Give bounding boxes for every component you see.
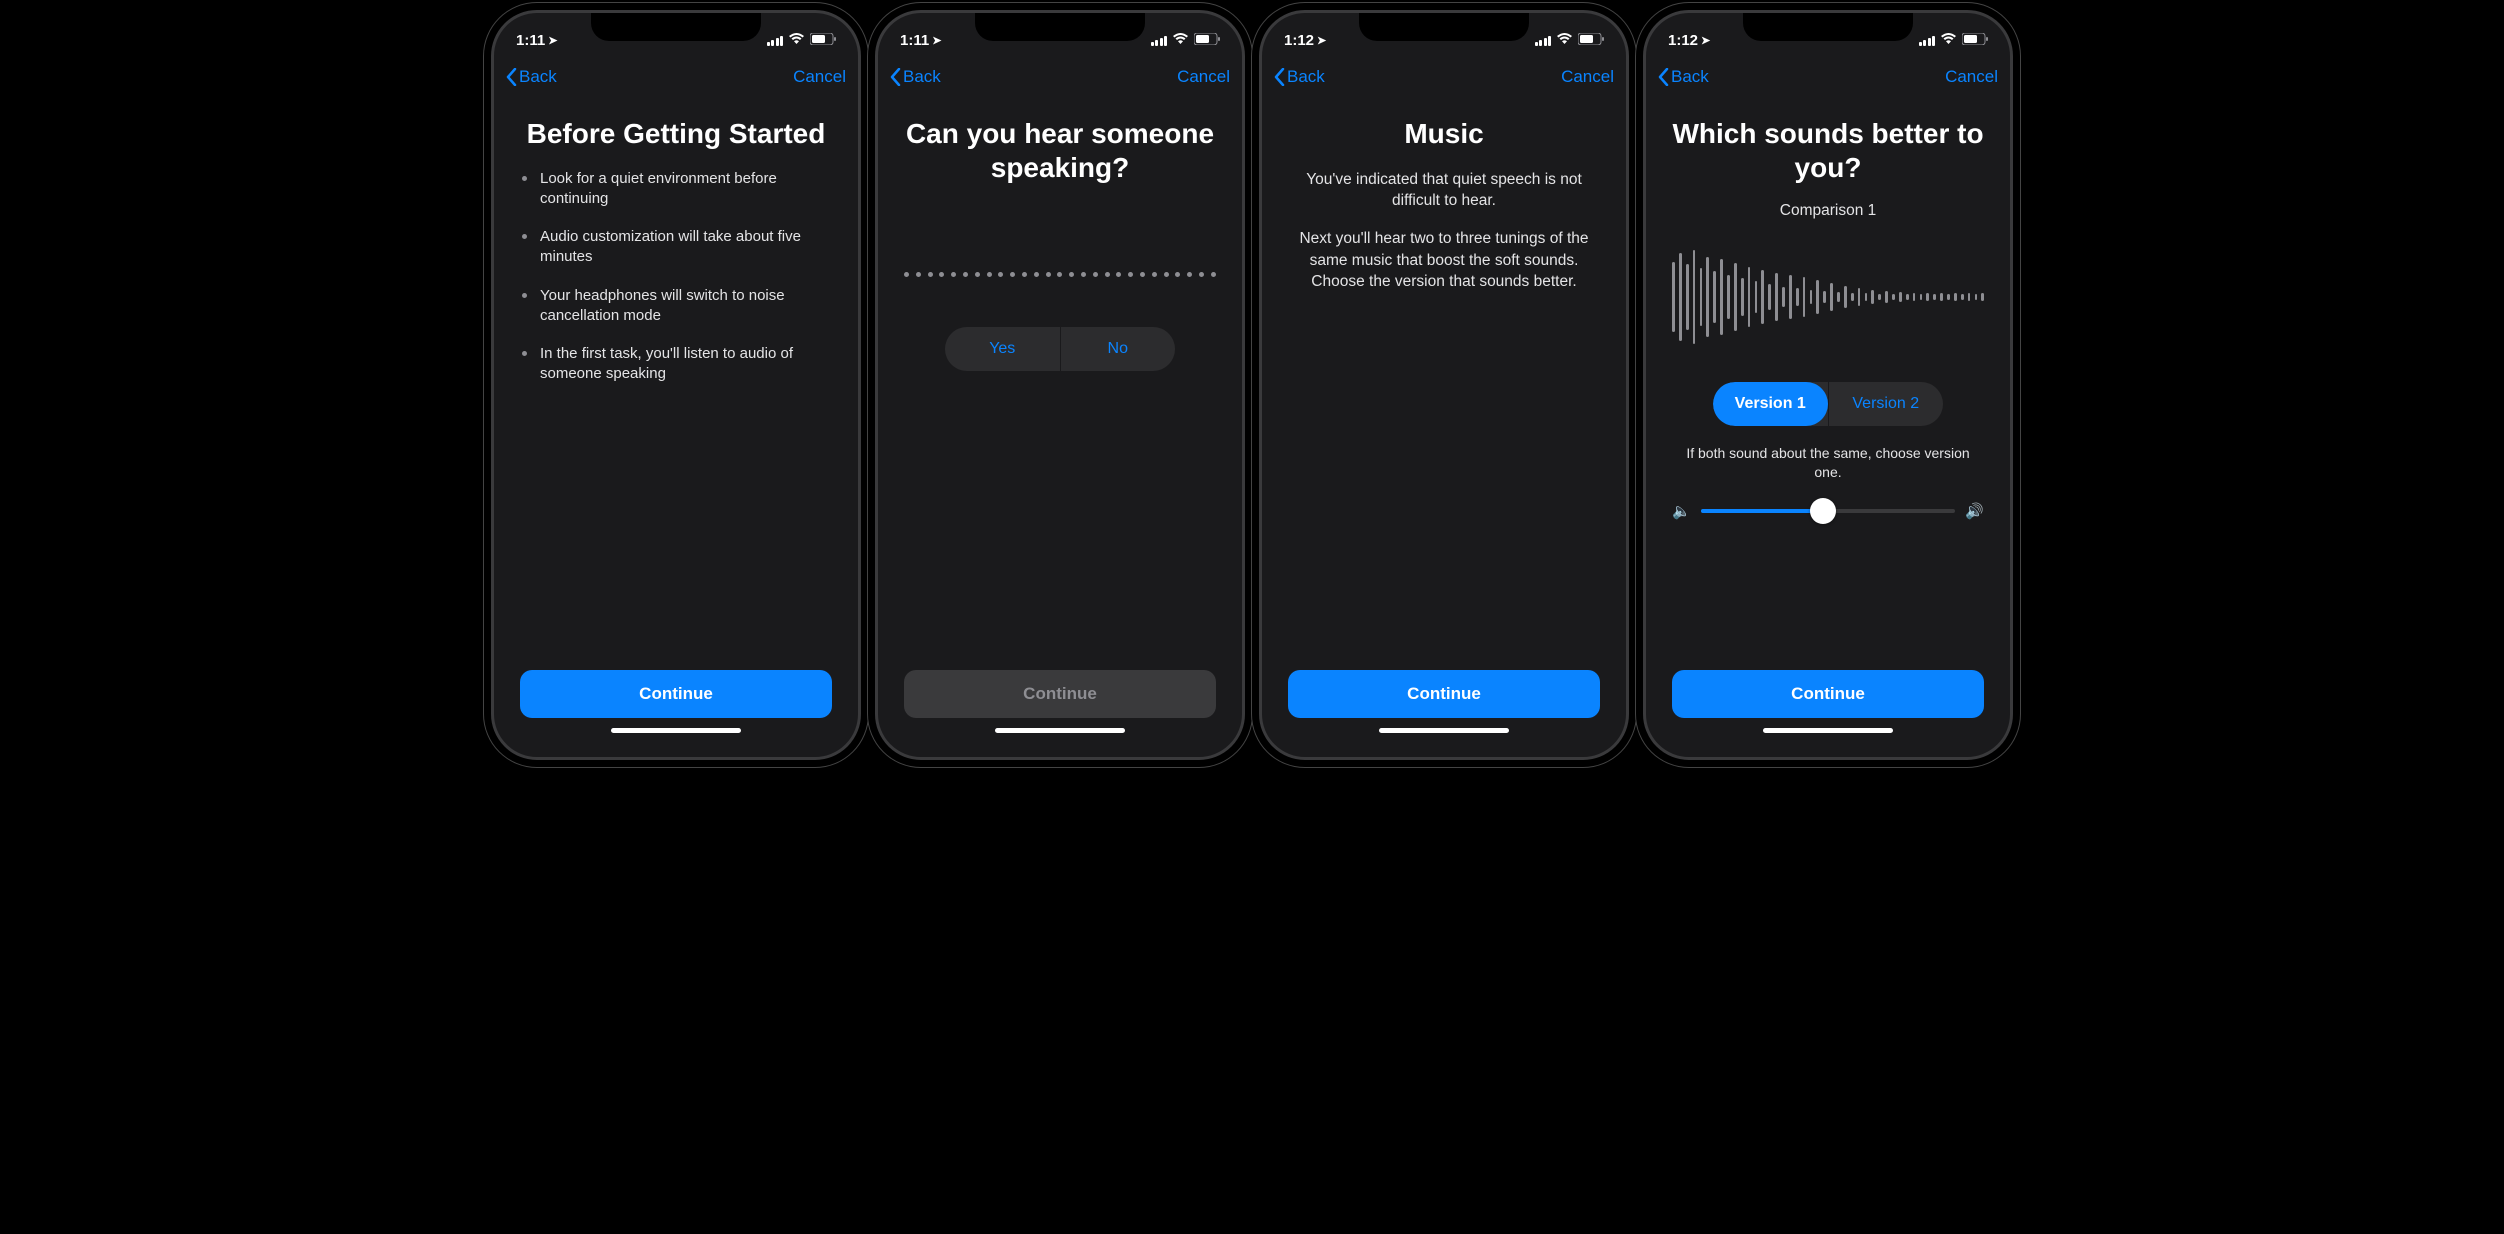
- back-button[interactable]: Back: [890, 67, 941, 87]
- notch: [1359, 13, 1529, 41]
- cancel-button[interactable]: Cancel: [1561, 67, 1614, 87]
- list-item: Look for a quiet environment before cont…: [520, 169, 832, 210]
- page-title: Can you hear someone speaking?: [904, 117, 1216, 184]
- status-time: 1:12: [1668, 32, 1698, 49]
- paragraph: Next you'll hear two to three tunings of…: [1288, 228, 1600, 293]
- back-button[interactable]: Back: [506, 67, 557, 87]
- notch: [1743, 13, 1913, 41]
- back-label: Back: [519, 67, 557, 87]
- continue-button: Continue: [904, 670, 1216, 718]
- phone-screen-1: 1:11 ➤ Back Cancel Before Getting Starte…: [491, 10, 861, 760]
- status-time: 1:11: [900, 32, 929, 49]
- slider-thumb[interactable]: [1810, 498, 1836, 524]
- battery-icon: [1962, 32, 1988, 49]
- cancel-button[interactable]: Cancel: [1177, 67, 1230, 87]
- location-icon: ➤: [1701, 34, 1710, 47]
- nav-bar: Back Cancel: [1262, 57, 1626, 97]
- bullet-list: Look for a quiet environment before cont…: [520, 169, 832, 403]
- continue-button[interactable]: Continue: [520, 670, 832, 718]
- cellular-icon: [1151, 35, 1168, 46]
- home-indicator[interactable]: [1379, 728, 1509, 733]
- page-title: Before Getting Started: [520, 117, 832, 151]
- status-time: 1:12: [1284, 32, 1314, 49]
- version-2-button[interactable]: Version 2: [1828, 382, 1944, 426]
- wifi-icon: [1556, 32, 1573, 49]
- battery-icon: [810, 32, 836, 49]
- page-title: Music: [1288, 117, 1600, 151]
- cancel-button[interactable]: Cancel: [793, 67, 846, 87]
- chevron-left-icon: [1658, 68, 1669, 86]
- back-button[interactable]: Back: [1274, 67, 1325, 87]
- back-button[interactable]: Back: [1658, 67, 1709, 87]
- paragraph: You've indicated that quiet speech is no…: [1288, 169, 1600, 212]
- body-copy: You've indicated that quiet speech is no…: [1288, 169, 1600, 309]
- back-label: Back: [903, 67, 941, 87]
- list-item: Audio customization will take about five…: [520, 227, 832, 268]
- location-icon: ➤: [548, 34, 557, 47]
- phone-screen-3: 1:12 ➤ Back Cancel Music You've indicate…: [1259, 10, 1629, 760]
- cellular-icon: [1535, 35, 1552, 46]
- audio-progress-dots: [904, 272, 1216, 277]
- home-indicator[interactable]: [1763, 728, 1893, 733]
- cancel-button[interactable]: Cancel: [1945, 67, 1998, 87]
- slider-fill: [1701, 509, 1823, 513]
- cellular-icon: [1919, 35, 1936, 46]
- comparison-label: Comparison 1: [1672, 202, 1984, 220]
- list-item: Your headphones will switch to noise can…: [520, 286, 832, 327]
- notch: [591, 13, 761, 41]
- nav-bar: Back Cancel: [878, 57, 1242, 97]
- volume-low-icon: 🔈: [1672, 502, 1691, 520]
- location-icon: ➤: [932, 34, 941, 47]
- volume-slider[interactable]: [1701, 509, 1956, 513]
- wifi-icon: [1172, 32, 1189, 49]
- battery-icon: [1194, 32, 1220, 49]
- waveform-icon: [1672, 242, 1984, 352]
- nav-bar: Back Cancel: [494, 57, 858, 97]
- notch: [975, 13, 1145, 41]
- home-indicator[interactable]: [995, 728, 1125, 733]
- version-1-button[interactable]: Version 1: [1713, 382, 1828, 426]
- phone-screen-4: 1:12 ➤ Back Cancel Which sounds better t…: [1643, 10, 2013, 760]
- volume-slider-row: 🔈 🔊: [1672, 502, 1984, 520]
- continue-button[interactable]: Continue: [1672, 670, 1984, 718]
- back-label: Back: [1287, 67, 1325, 87]
- volume-high-icon: 🔊: [1965, 502, 1984, 520]
- wifi-icon: [1940, 32, 1957, 49]
- cellular-icon: [767, 35, 784, 46]
- page-title: Which sounds better to you?: [1672, 117, 1984, 184]
- home-indicator[interactable]: [611, 728, 741, 733]
- location-icon: ➤: [1317, 34, 1326, 47]
- back-label: Back: [1671, 67, 1709, 87]
- status-time: 1:11: [516, 32, 545, 49]
- phone-screen-2: 1:11 ➤ Back Cancel Can you hear someone …: [875, 10, 1245, 760]
- wifi-icon: [788, 32, 805, 49]
- yes-button[interactable]: Yes: [945, 327, 1060, 371]
- list-item: In the first task, you'll listen to audi…: [520, 344, 832, 385]
- chevron-left-icon: [890, 68, 901, 86]
- yes-no-segment: Yes No: [945, 327, 1175, 371]
- battery-icon: [1578, 32, 1604, 49]
- no-button[interactable]: No: [1060, 327, 1176, 371]
- nav-bar: Back Cancel: [1646, 57, 2010, 97]
- chevron-left-icon: [1274, 68, 1285, 86]
- hint-text: If both sound about the same, choose ver…: [1672, 444, 1984, 482]
- version-segment: Version 1 Version 2: [1713, 382, 1943, 426]
- chevron-left-icon: [506, 68, 517, 86]
- continue-button[interactable]: Continue: [1288, 670, 1600, 718]
